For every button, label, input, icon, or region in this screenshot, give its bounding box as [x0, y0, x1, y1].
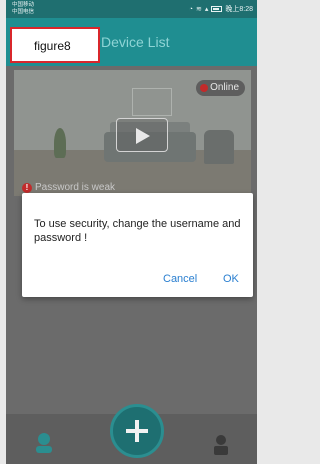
- status-dot-icon: [200, 84, 209, 92]
- alarm-icon: ◔: [188, 5, 193, 13]
- profile-icon[interactable]: [211, 434, 231, 456]
- wifi-icon: ≋: [195, 6, 202, 13]
- ok-button[interactable]: OK: [223, 273, 239, 285]
- camera-preview-chair: [204, 130, 234, 164]
- battery-icon: [211, 6, 223, 12]
- figure-label: figure8: [34, 39, 71, 53]
- dialog-message: To use security, change the username and…: [34, 218, 241, 244]
- signal-icon: ▴: [204, 6, 209, 13]
- online-badge: Online: [196, 80, 245, 96]
- camera-card[interactable]: Online ! Password is weak: [14, 70, 251, 196]
- status-bar: 中国移动 中国电信 ◔ ≋ ▴ 晚上8:28: [6, 0, 257, 18]
- user-icon[interactable]: [34, 432, 54, 454]
- add-device-button[interactable]: [110, 404, 164, 458]
- phone-screen: 中国移动 中国电信 ◔ ≋ ▴ 晚上8:28 Device List Onlin…: [6, 0, 257, 464]
- status-time: 晚上8:28: [225, 6, 253, 13]
- password-warning-label: Password is weak: [35, 182, 116, 193]
- carrier-line-1: 中国移动: [12, 2, 35, 8]
- carrier-line-2: 中国电信: [12, 9, 35, 15]
- page-title: Device List: [101, 34, 170, 50]
- online-status-label: Online: [210, 82, 239, 93]
- play-button[interactable]: [116, 118, 168, 152]
- password-warning: ! Password is weak: [22, 182, 115, 193]
- cancel-button[interactable]: Cancel: [163, 273, 197, 285]
- play-icon: [136, 128, 150, 144]
- camera-preview-plant: [54, 128, 66, 158]
- warning-icon: !: [22, 182, 32, 193]
- plus-icon: [126, 420, 148, 442]
- camera-preview-picture-frame: [132, 88, 172, 116]
- status-icons: ◔ ≋ ▴ 晚上8:28: [189, 4, 253, 14]
- security-dialog: To use security, change the username and…: [22, 193, 253, 297]
- carrier-info: 中国移动 中国电信: [12, 2, 34, 16]
- figure-annotation-box: figure8: [10, 27, 100, 63]
